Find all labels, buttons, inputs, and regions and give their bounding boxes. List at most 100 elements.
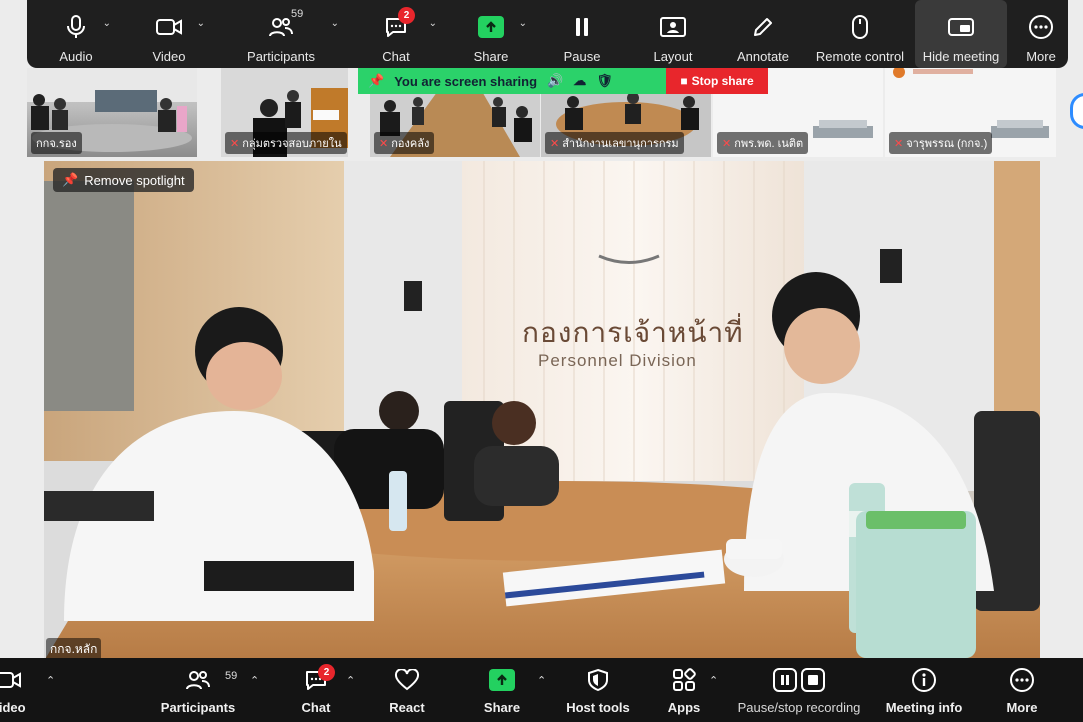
annotate-button[interactable]: Annotate bbox=[721, 0, 805, 68]
layout-icon bbox=[659, 11, 687, 43]
audio-button[interactable]: ⌄ Audio bbox=[27, 0, 125, 68]
thumbnail-video[interactable]: กกจ.รอง bbox=[27, 68, 197, 157]
thumbnail-name-text: กลุ่มตรวจสอบภายใน bbox=[242, 138, 342, 150]
remote-control-label: Remote control bbox=[815, 49, 905, 64]
video-options-caret[interactable]: ⌄ bbox=[197, 18, 205, 29]
speaker-icon: 🔊 bbox=[547, 73, 564, 88]
mic-muted-icon: ✕ bbox=[230, 137, 240, 150]
mic-muted-icon: ✕ bbox=[550, 137, 560, 150]
participants-button[interactable]: 59 Participants bbox=[150, 658, 246, 722]
pause-stop-recording-button[interactable]: Pause/stop recording bbox=[732, 658, 866, 722]
share-arrow-icon bbox=[478, 16, 504, 38]
mic-muted-icon: ✕ bbox=[379, 137, 389, 150]
meeting-info-button[interactable]: Meeting info bbox=[882, 658, 966, 722]
chat-options-caret[interactable]: ⌃ bbox=[346, 674, 355, 687]
video-label: Video bbox=[152, 49, 186, 64]
stop-square-icon: ■ bbox=[680, 74, 688, 88]
pause-icon bbox=[573, 11, 591, 43]
more-label: More bbox=[1006, 700, 1038, 715]
info-icon bbox=[911, 664, 937, 696]
host-tools-button[interactable]: Host tools bbox=[560, 658, 636, 722]
participants-count: 59 bbox=[291, 8, 304, 20]
video-label: Video bbox=[0, 700, 26, 715]
participants-label: Participants bbox=[247, 49, 315, 64]
thumbnail-video[interactable]: ✕ กลุ่มตรวจสอบภายใน bbox=[221, 68, 348, 157]
share-button[interactable]: ⌄ Share bbox=[443, 0, 539, 68]
participants-options-caret[interactable]: ⌄ bbox=[331, 18, 339, 29]
mic-muted-icon: ✕ bbox=[894, 137, 904, 150]
remote-control-button[interactable]: Remote control bbox=[805, 0, 915, 68]
annotate-label: Annotate bbox=[736, 49, 790, 64]
react-label: React bbox=[389, 700, 425, 715]
sharing-indicator[interactable]: 📌 You are screen sharing 🔊 ☁ 🛡 bbox=[358, 68, 666, 94]
chat-label: Chat bbox=[382, 49, 410, 64]
more-label: More bbox=[1026, 49, 1056, 64]
layout-button[interactable]: Layout bbox=[625, 0, 721, 68]
share-button[interactable]: Share bbox=[474, 658, 530, 722]
apps-icon bbox=[671, 664, 697, 696]
hide-meeting-icon bbox=[947, 11, 975, 43]
apps-options-caret[interactable]: ⌃ bbox=[709, 674, 718, 687]
thumbnail-name-text: กองคลัง bbox=[391, 138, 430, 150]
participants-label: Participants bbox=[160, 700, 236, 715]
thumbnail-name-0: กกจ.รอง bbox=[31, 132, 82, 154]
chat-unread-badge: 2 bbox=[318, 664, 335, 681]
hide-meeting-label: Hide meeting bbox=[922, 49, 1000, 64]
participants-options-caret[interactable]: ⌃ bbox=[250, 674, 259, 687]
video-options-caret[interactable]: ⌃ bbox=[46, 674, 55, 687]
more-button[interactable]: More bbox=[998, 658, 1046, 722]
thumbnail-name-text: สำนักงานเลขานุการกรม bbox=[562, 138, 679, 150]
floating-reaction-icon[interactable] bbox=[1070, 93, 1083, 129]
participants-count: 59 bbox=[225, 670, 238, 682]
more-button[interactable]: More bbox=[1007, 0, 1075, 68]
spotlight-video[interactable]: กองการเจ้าหน้าที่ Personnel Division bbox=[44, 161, 1040, 658]
pause-share-button[interactable]: Pause bbox=[539, 0, 625, 68]
apps-button[interactable]: Apps bbox=[660, 658, 708, 722]
pause-stop-recording-label: Pause/stop recording bbox=[737, 700, 861, 715]
mouse-icon bbox=[851, 11, 869, 43]
react-button[interactable]: React bbox=[380, 658, 434, 722]
recording-controls-icon bbox=[772, 664, 826, 696]
thumbnail-name-2: ✕ กองคลัง bbox=[374, 132, 435, 154]
thumbnail-name-1: ✕ กลุ่มตรวจสอบภายใน bbox=[225, 132, 347, 154]
thumbnail-name-text: จารุพรรณ (กกจ.) bbox=[906, 138, 988, 150]
mic-muted-icon: ✕ bbox=[722, 137, 732, 150]
thumbnail-name-text: กพร.พด. เนติต bbox=[734, 138, 804, 150]
meeting-controls-bar: Video ⌃ 59 Participants ⌃ 2 Chat ⌃ React… bbox=[0, 658, 1083, 722]
remove-spotlight-button[interactable]: 📌 Remove spotlight bbox=[53, 168, 194, 192]
stop-share-button[interactable]: ■ Stop share bbox=[666, 68, 768, 94]
thumbnail-name-4: ✕ กพร.พด. เนติต bbox=[717, 132, 809, 154]
more-icon bbox=[1009, 664, 1035, 696]
wall-sign-english: Personnel Division bbox=[538, 351, 697, 370]
pin-icon: 📌 bbox=[62, 172, 79, 187]
hide-meeting-button[interactable]: Hide meeting bbox=[915, 0, 1007, 68]
share-label: Share bbox=[473, 49, 509, 64]
pin-icon: 📌 bbox=[368, 73, 385, 88]
host-tools-label: Host tools bbox=[566, 700, 630, 715]
share-arrow-icon bbox=[489, 669, 515, 691]
meeting-info-label: Meeting info bbox=[885, 700, 963, 715]
sharing-status-text: You are screen sharing bbox=[394, 73, 538, 89]
chat-unread-badge: 2 bbox=[398, 7, 415, 24]
chat-button[interactable]: 2 Chat bbox=[290, 658, 342, 722]
layout-label: Layout bbox=[653, 49, 693, 64]
chat-label: Chat bbox=[301, 700, 331, 715]
stop-share-label: Stop share bbox=[691, 74, 754, 88]
camera-icon bbox=[0, 664, 22, 696]
audio-options-caret[interactable]: ⌄ bbox=[103, 18, 111, 29]
participants-button[interactable]: 59 ⌄ Participants bbox=[213, 0, 349, 68]
share-icon-wrap bbox=[489, 664, 515, 696]
share-options-caret[interactable]: ⌄ bbox=[519, 18, 527, 29]
thumbnail-name-3: ✕ สำนักงานเลขานุการกรม bbox=[545, 132, 684, 154]
share-options-caret[interactable]: ⌃ bbox=[537, 674, 546, 687]
screen-sharing-status-bar: 📌 You are screen sharing 🔊 ☁ 🛡 ■ Stop sh… bbox=[358, 68, 768, 94]
share-icon-wrap bbox=[478, 11, 504, 43]
share-label: Share bbox=[483, 700, 521, 715]
thumbnail-video[interactable]: ✕ จารุพรรณ (กกจ.) bbox=[885, 68, 1056, 157]
video-button[interactable]: ⌄ Video bbox=[125, 0, 213, 68]
chat-button[interactable]: 2 ⌄ Chat bbox=[349, 0, 443, 68]
video-button[interactable]: Video bbox=[0, 658, 38, 722]
chat-options-caret[interactable]: ⌄ bbox=[429, 18, 437, 29]
heart-icon bbox=[394, 664, 420, 696]
chat-icon: 2 bbox=[304, 664, 335, 696]
